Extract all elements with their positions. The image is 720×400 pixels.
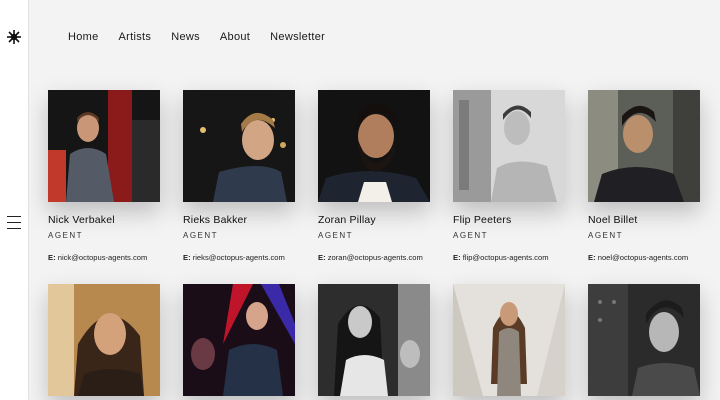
email-label: E: xyxy=(318,253,326,262)
agent-email[interactable]: E: nick@octopus-agents.com xyxy=(48,253,160,262)
agent-name: Zoran Pillay xyxy=(318,214,376,226)
agent-photo[interactable] xyxy=(318,284,430,396)
agent-card[interactable] xyxy=(48,284,160,396)
agent-card[interactable] xyxy=(588,284,700,396)
email-address[interactable]: nick@octopus-agents.com xyxy=(58,253,148,262)
agent-photo[interactable] xyxy=(48,284,160,396)
agent-name: Noel Billet xyxy=(588,214,638,226)
nav-home[interactable]: Home xyxy=(68,31,99,43)
agent-email[interactable]: E: noel@octopus-agents.com xyxy=(588,253,700,262)
agent-name: Nick Verbakel xyxy=(48,214,115,226)
agent-photo[interactable] xyxy=(588,284,700,396)
agent-email[interactable]: E: rieks@octopus-agents.com xyxy=(183,253,295,262)
agent-card[interactable]: Noel Billet AGENT E: noel@octopus-agents… xyxy=(588,90,700,262)
agent-card[interactable]: Nick Verbakel AGENT E: nick@octopus-agen… xyxy=(48,90,160,262)
agent-photo[interactable] xyxy=(318,90,430,202)
email-address[interactable]: noel@octopus-agents.com xyxy=(598,253,688,262)
email-address[interactable]: flip@octopus-agents.com xyxy=(463,253,549,262)
main-nav: Home Artists News About Newsletter xyxy=(68,31,345,43)
agent-email[interactable]: E: zoran@octopus-agents.com xyxy=(318,253,430,262)
agent-photo[interactable] xyxy=(48,90,160,202)
agent-name: Flip Peeters xyxy=(453,214,512,226)
agent-role: AGENT xyxy=(318,231,354,240)
agent-photo[interactable] xyxy=(453,284,565,396)
email-label: E: xyxy=(453,253,461,262)
agent-photo[interactable] xyxy=(588,90,700,202)
agent-role: AGENT xyxy=(48,231,84,240)
agent-card[interactable] xyxy=(318,284,430,396)
sidebar xyxy=(0,0,29,400)
email-address[interactable]: rieks@octopus-agents.com xyxy=(193,253,285,262)
agent-photo[interactable] xyxy=(183,90,295,202)
email-address[interactable]: zoran@octopus-agents.com xyxy=(328,253,423,262)
agent-email[interactable]: E: flip@octopus-agents.com xyxy=(453,253,565,262)
agent-photo[interactable] xyxy=(453,90,565,202)
email-label: E: xyxy=(183,253,191,262)
agent-role: AGENT xyxy=(453,231,489,240)
nav-news[interactable]: News xyxy=(171,31,200,43)
agent-photo[interactable] xyxy=(183,284,295,396)
agent-card[interactable]: Rieks Bakker AGENT E: rieks@octopus-agen… xyxy=(183,90,295,262)
agent-card[interactable] xyxy=(453,284,565,396)
email-label: E: xyxy=(48,253,56,262)
email-label: E: xyxy=(588,253,596,262)
octopus-logo-icon[interactable] xyxy=(6,29,22,45)
agent-role: AGENT xyxy=(183,231,219,240)
nav-about[interactable]: About xyxy=(220,31,250,43)
agent-card[interactable] xyxy=(183,284,295,396)
nav-newsletter[interactable]: Newsletter xyxy=(270,31,325,43)
agent-card[interactable]: Flip Peeters AGENT E: flip@octopus-agent… xyxy=(453,90,565,262)
nav-artists[interactable]: Artists xyxy=(119,31,152,43)
agent-card[interactable]: Zoran Pillay AGENT E: zoran@octopus-agen… xyxy=(318,90,430,262)
agent-role: AGENT xyxy=(588,231,624,240)
hamburger-menu-icon[interactable] xyxy=(7,216,21,230)
agent-name: Rieks Bakker xyxy=(183,214,248,226)
